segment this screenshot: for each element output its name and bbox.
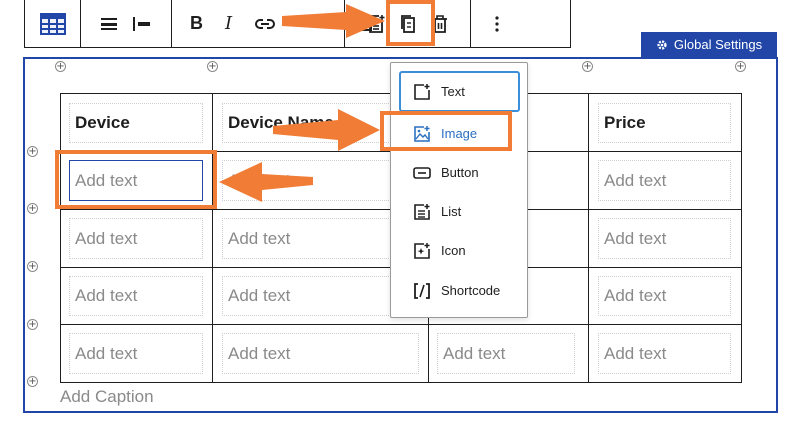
text-plus-icon [414,83,430,100]
table-cell-input[interactable]: Add text [69,218,203,259]
add-content-icon[interactable] [367,0,385,47]
add-row-handle[interactable]: + [27,203,38,214]
table-block-icon[interactable] [25,0,80,47]
global-settings-button[interactable]: Global Settings [641,32,777,57]
toolbar-group-block [25,0,81,47]
table-cell-input[interactable]: Add text [69,333,203,374]
icon-plus-icon [414,242,430,259]
table-cell-input[interactable]: Add text [598,218,731,259]
menu-item-label: Button [441,165,479,180]
insert-content-menu: Text Image Button List Icon Shortcode [390,62,528,318]
toolbar-group-more [471,0,523,47]
menu-item-icon[interactable]: Icon [391,231,527,270]
highlight-add-content-button [386,0,435,46]
add-row-handle[interactable]: + [27,376,38,387]
global-settings-label: Global Settings [673,37,763,52]
column-divider [212,94,213,382]
highlight-image-item [380,111,512,151]
link-icon[interactable] [254,0,276,47]
menu-item-label: List [441,204,462,219]
align-center-icon[interactable] [100,0,118,47]
add-row-handle[interactable]: + [27,146,38,157]
list-plus-icon [414,203,430,220]
block-toolbar: B I [24,0,571,48]
button-icon [413,166,431,179]
menu-item-label: Icon [441,243,466,258]
add-column-handle[interactable]: + [55,61,66,72]
shortcode-icon [414,282,430,299]
menu-item-button[interactable]: Button [391,153,527,192]
table-cell-input[interactable]: Add text [598,276,731,316]
menu-item-text[interactable]: Text [399,71,520,112]
add-row-handle[interactable]: + [27,319,38,330]
menu-item-list[interactable]: List [391,192,527,231]
table-cell-input[interactable]: Add text [598,333,731,374]
menu-item-label: Shortcode [441,283,501,298]
column-divider [588,94,589,382]
caption-input[interactable]: Add Caption [60,387,154,407]
table-cell-input[interactable]: Add text [222,333,419,374]
table-cell-input[interactable]: Add text [437,333,575,374]
toolbar-group-align [81,0,172,47]
add-column-handle[interactable]: + [207,61,218,72]
more-options-icon[interactable] [494,0,500,47]
table-cell-input[interactable]: Add text [69,276,203,316]
header-cell-price[interactable]: Price [598,103,731,143]
bold-icon[interactable]: B [190,0,203,47]
menu-item-shortcode[interactable]: Shortcode [391,271,527,310]
toolbar-group-format: B I [172,0,373,47]
menu-item-label: Text [441,84,465,99]
add-column-handle[interactable]: + [735,61,746,72]
italic-icon[interactable]: I [225,0,232,47]
header-cell-device[interactable]: Device [69,103,203,143]
gear-icon [657,39,667,50]
add-column-handle[interactable]: + [582,61,593,72]
add-row-handle[interactable]: + [27,261,38,272]
editor-canvas: B I Global Settings + + + + + + + + + De… [0,0,795,426]
table-cell-input[interactable]: Add text [598,160,731,201]
row-divider [61,324,741,325]
align-left-icon[interactable] [132,0,152,47]
highlight-active-cell [55,150,217,209]
